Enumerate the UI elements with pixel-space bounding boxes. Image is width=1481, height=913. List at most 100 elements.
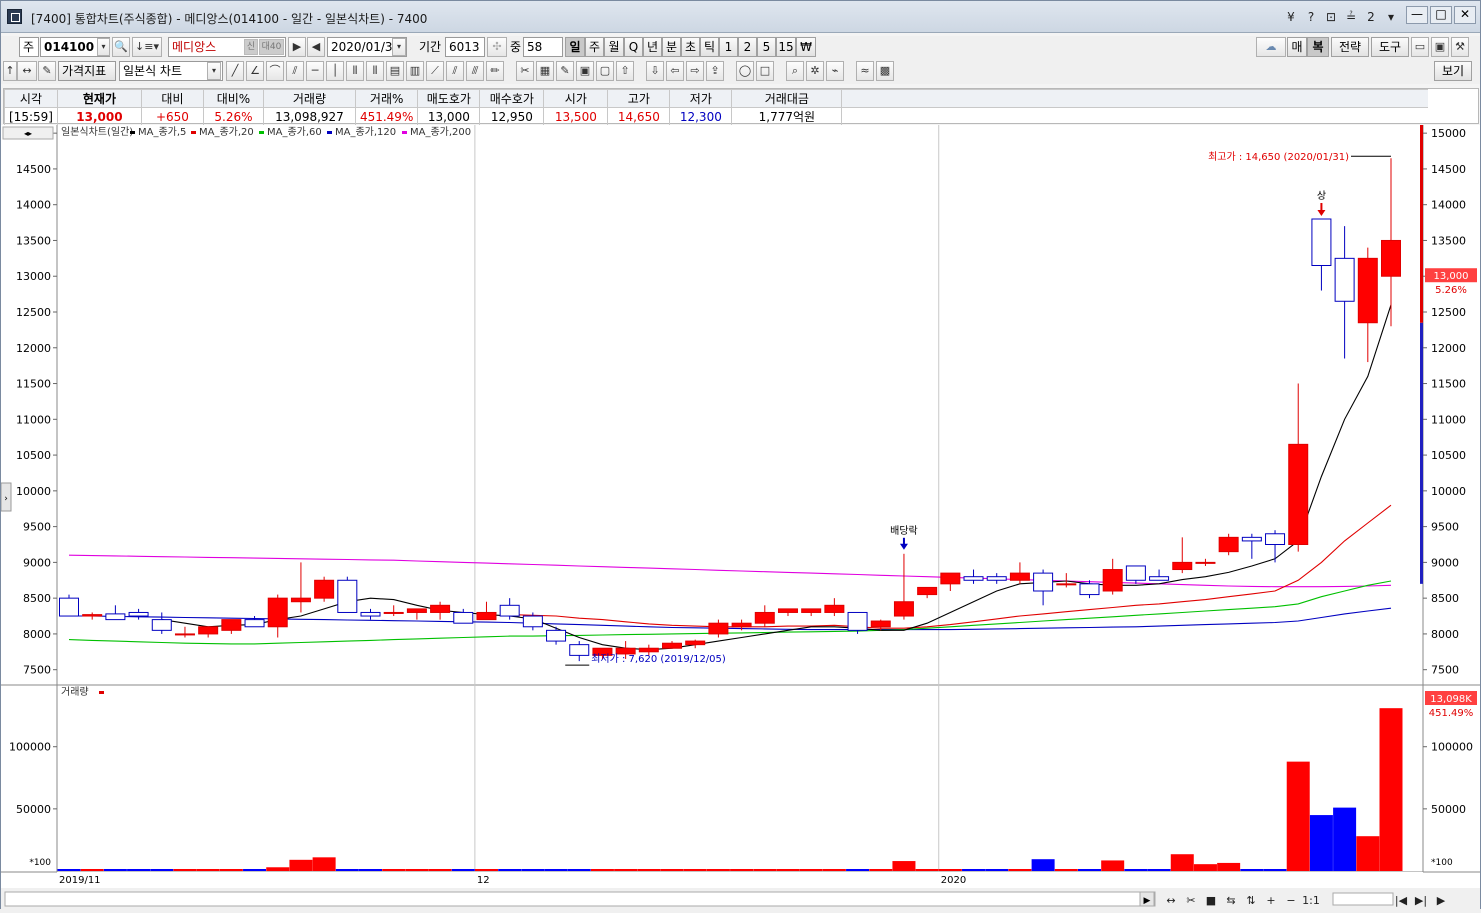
indicator-button[interactable]: 가격지표 [58, 61, 116, 81]
arrow-shape-icon[interactable]: ⇪ [706, 61, 724, 81]
pen-icon[interactable]: ✎ [556, 61, 574, 81]
volume-bar [359, 869, 383, 871]
strategy-button[interactable]: 전략 [1331, 37, 1369, 57]
interval-5-button[interactable]: 5 [757, 37, 776, 57]
save-icon[interactable]: ▣ [1431, 37, 1449, 57]
period-day-button[interactable]: 일 [565, 37, 585, 57]
candle-body [685, 640, 706, 646]
up-shape-icon[interactable]: ⇧ [616, 61, 634, 81]
erase-icon[interactable]: ✂ [516, 61, 534, 81]
settings-wrench-icon[interactable]: ⚒ [1451, 37, 1469, 57]
quote-header: 저가 [669, 89, 733, 108]
chart-type-dropdown-icon[interactable]: ▾ [207, 62, 221, 80]
fan-line-icon[interactable]: ⫽ [286, 61, 304, 81]
period-second-button[interactable]: 초 [681, 37, 700, 57]
trend-line-icon[interactable]: ╱ [226, 61, 244, 81]
volume-bar [150, 869, 174, 871]
volume-bar [567, 869, 591, 871]
volume-bar [266, 867, 290, 871]
fibo-time-icon[interactable]: ⦀ [366, 61, 384, 81]
fibo-retrace-icon[interactable]: ▤ [386, 61, 404, 81]
count-input[interactable]: 58 [523, 37, 563, 57]
volume-bar [243, 869, 267, 871]
close-button[interactable]: ✕ [1454, 6, 1476, 24]
horizontal-line-icon[interactable]: ─ [306, 61, 324, 81]
volume-bar [1147, 869, 1171, 871]
sort-dropdown-icon[interactable]: ↓≡▾ [132, 37, 162, 57]
color-icon[interactable]: ▦ [536, 61, 554, 81]
legend-item: MA_종가,5 [138, 126, 186, 138]
arc-icon[interactable]: ⌒ [266, 61, 284, 81]
currency-button[interactable]: ₩ [796, 37, 816, 57]
open-folder-icon[interactable]: ▭ [1411, 37, 1429, 57]
cross-line-icon[interactable]: ⦀ [346, 61, 364, 81]
tools-button[interactable]: 도구 [1371, 37, 1409, 57]
currency-icon[interactable]: ¥ [1281, 10, 1301, 24]
fill-icon[interactable]: ▩ [876, 61, 894, 81]
dropdown-icon[interactable]: ▾ [1381, 10, 1401, 24]
candle-body [1195, 561, 1216, 564]
volume-tag: 13,098K [1430, 694, 1472, 705]
next-arrow-icon[interactable]: ▶ [288, 37, 306, 57]
down-shape-icon[interactable]: ⇩ [646, 61, 664, 81]
period-tick-button[interactable]: 틱 [700, 37, 719, 57]
period-week-button[interactable]: 주 [585, 37, 604, 57]
chart-area[interactable]: 7500 7500 8000 8000 8500 8500 9000 9000 9500 9500… [0, 125, 1480, 910]
split-icon[interactable]: ≟ [1341, 10, 1361, 24]
period-quarter-button[interactable]: Q [624, 37, 643, 57]
date-dropdown-icon[interactable]: ▾ [392, 38, 406, 56]
single-button[interactable]: 매 [1287, 37, 1307, 57]
sine-icon[interactable]: ≈ [856, 61, 874, 81]
y-tick-label: 9500 [23, 521, 51, 534]
minimize-button[interactable]: — [1406, 6, 1428, 24]
quote-price: 13,000 [56, 107, 142, 126]
parallel-icon[interactable]: ⫽ [446, 61, 464, 81]
screen-count[interactable]: 2 [1361, 10, 1381, 24]
left-shape-icon[interactable]: ⇦ [666, 61, 684, 81]
candle-body [499, 604, 520, 617]
up-arrow-icon[interactable]: ↑ [3, 61, 17, 81]
maximize-button[interactable]: □ [1430, 6, 1452, 24]
circle-icon[interactable]: ◯ [736, 61, 754, 81]
interval-1-button[interactable]: 1 [719, 37, 738, 57]
link-icon[interactable]: ✣ [487, 37, 507, 57]
vertical-line-icon[interactable]: │ [326, 61, 344, 81]
prev-arrow-icon[interactable]: ◀ [307, 37, 325, 57]
horizontal-move-icon[interactable]: ↔ [17, 61, 37, 81]
period-month-button[interactable]: 월 [604, 37, 624, 57]
angle-line-icon[interactable]: ∠ [246, 61, 264, 81]
square-icon[interactable]: □ [756, 61, 774, 81]
volume-tick-label: 50000 [1431, 803, 1466, 816]
right-shape-icon[interactable]: ⇨ [686, 61, 704, 81]
edit-icon[interactable]: ✎ [38, 61, 56, 81]
period-year-button[interactable]: 년 [643, 37, 662, 57]
search-icon[interactable]: 🔍 [112, 37, 130, 57]
code-dropdown-icon[interactable]: ▾ [97, 38, 110, 56]
regression-icon[interactable]: ⟋ [426, 61, 444, 81]
help-icon[interactable]: ? [1301, 10, 1321, 24]
cloud-icon[interactable]: ☁ [1256, 37, 1286, 57]
fx-icon[interactable]: ✲ [806, 61, 824, 81]
zoom-icon[interactable]: ⌕ [786, 61, 804, 81]
wave-icon[interactable]: ⌁ [826, 61, 844, 81]
legend-item: MA_종가,20 [199, 126, 254, 138]
chart-svg[interactable]: 7500 7500 8000 8000 8500 8500 9000 9000 9500 9500… [0, 125, 1480, 910]
quote-header: 고가 [607, 89, 671, 108]
bottom-tool-icon: ▶ [1437, 894, 1446, 907]
period-minute-button[interactable]: 분 [662, 37, 681, 57]
gann-box-icon[interactable]: ▥ [406, 61, 424, 81]
screen-icon[interactable]: ⊡ [1321, 10, 1341, 24]
market-select[interactable]: 주 [19, 37, 39, 57]
interval-2-button[interactable]: 2 [738, 37, 757, 57]
volume-bar [846, 869, 870, 871]
multi-button[interactable]: 복 [1307, 37, 1329, 57]
rect-icon[interactable]: ▢ [596, 61, 614, 81]
volume-bar [985, 869, 1009, 871]
channel-icon[interactable]: ⫻ [466, 61, 484, 81]
view-button[interactable]: 보기 [1434, 61, 1472, 81]
box-icon[interactable]: ▣ [576, 61, 594, 81]
interval-15-button[interactable]: 15 [776, 37, 796, 57]
period-input[interactable]: 6013 [445, 37, 485, 57]
candle-body [82, 614, 103, 617]
pencil-icon[interactable]: ✏ [486, 61, 504, 81]
